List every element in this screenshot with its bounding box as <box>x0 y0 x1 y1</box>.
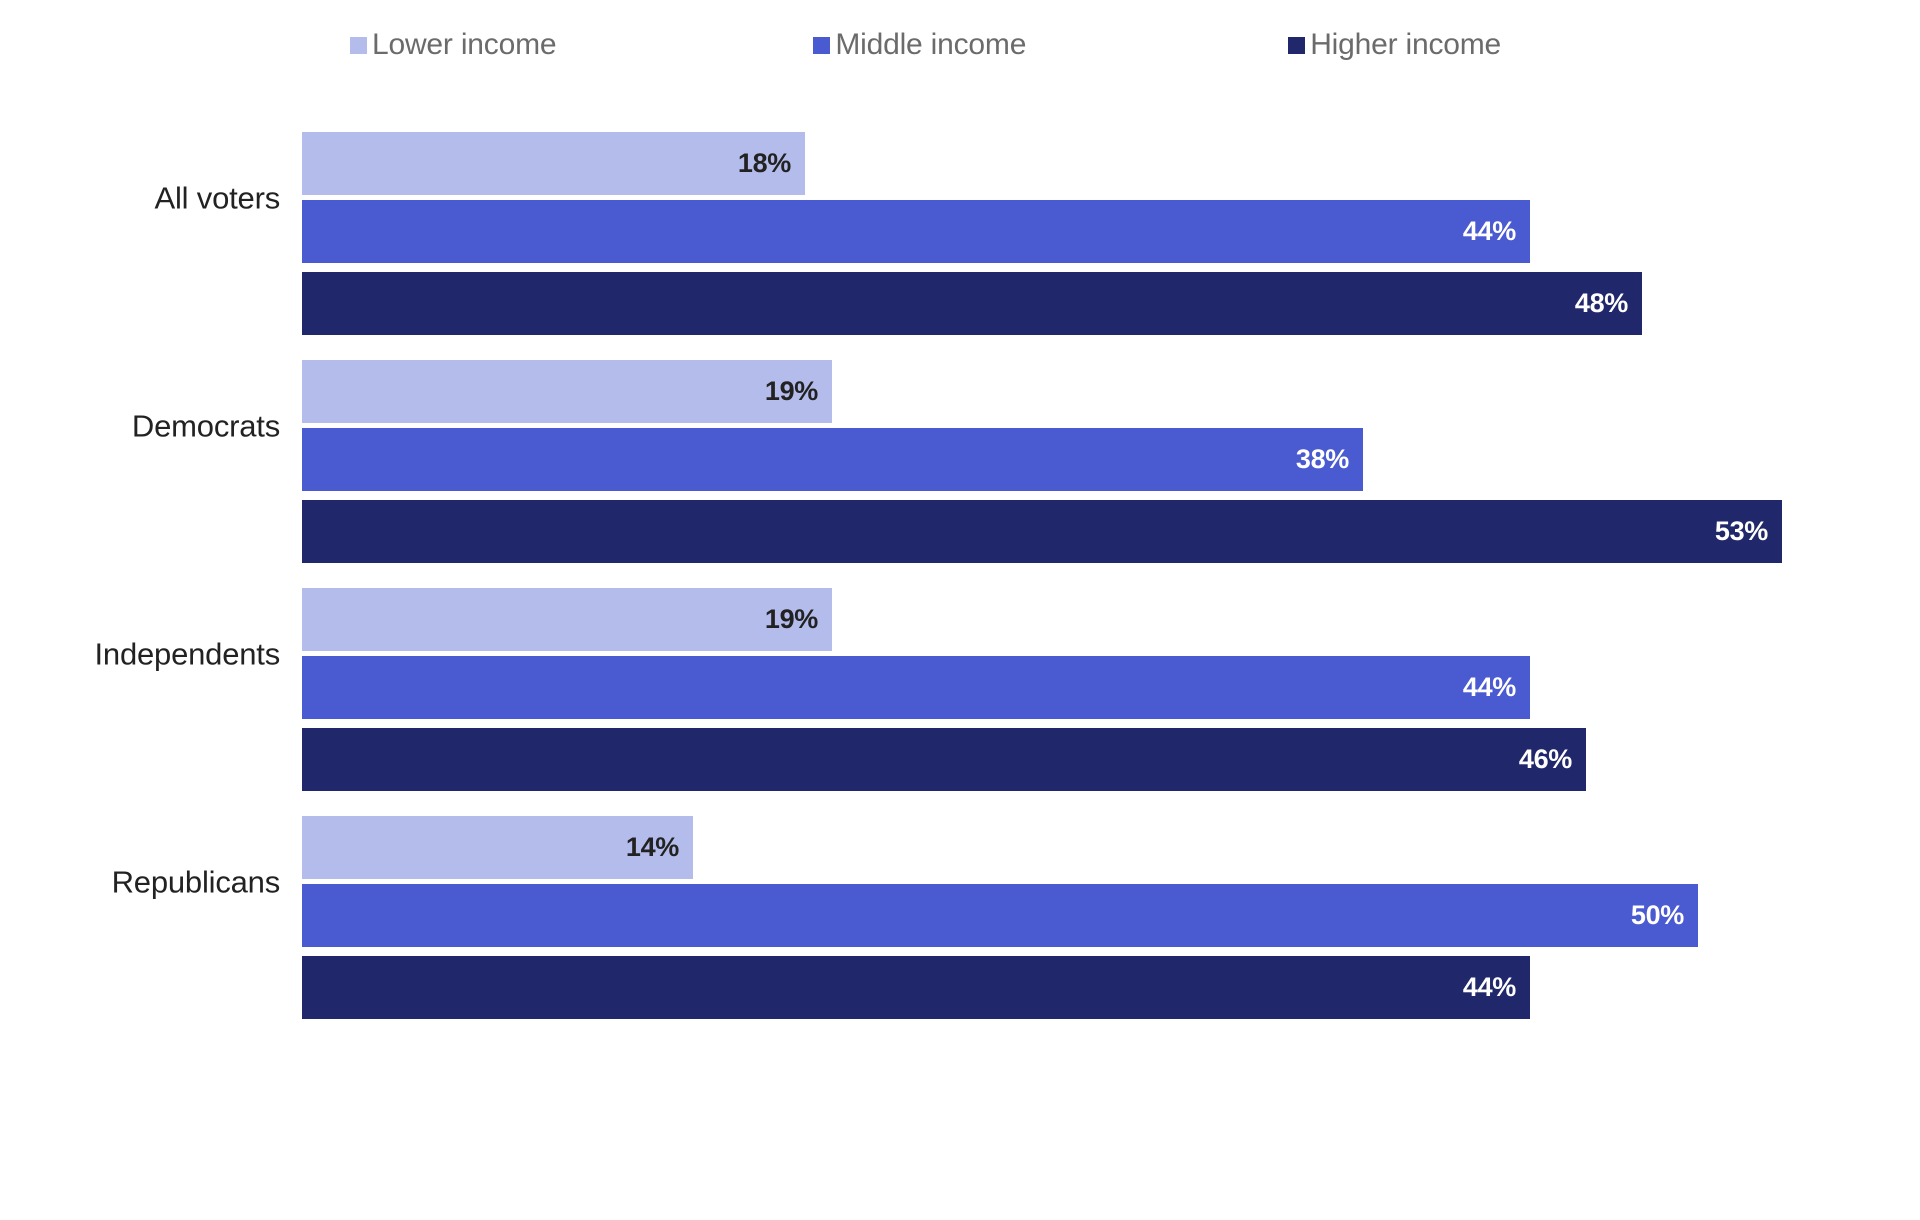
bar-value-label: 44% <box>1462 972 1516 1002</box>
bar-group-bars: 14% 50% 44% <box>302 779 1920 1019</box>
category-label: Independents <box>94 636 281 671</box>
bar-value-label: 46% <box>1518 744 1572 774</box>
category-label: Democrats <box>131 408 280 443</box>
bar-value-label: 14% <box>625 832 679 862</box>
bar-value-label: 44% <box>1462 672 1516 702</box>
category-label: All voters <box>154 180 281 215</box>
legend-item-label: Middle income <box>835 28 1027 61</box>
bar-middle-income: 50% <box>302 884 1698 947</box>
bar-lower-income: 14% <box>302 816 693 879</box>
bar-higher-income: 44% <box>302 956 1530 1019</box>
legend-item-label: Higher income <box>1310 28 1502 61</box>
legend-square-icon <box>1288 36 1306 54</box>
bar-group-democrats: Democrats 19% 38% 53% <box>0 323 1920 563</box>
bar-group-republicans: Republicans 14% 50% 44% <box>0 779 1920 1019</box>
bar-value-label: 18% <box>737 148 791 178</box>
grouped-bar-chart: Lower income Middle income Higher income… <box>0 0 1920 1220</box>
bar-value-label: 19% <box>764 604 818 634</box>
bar-value-label: 44% <box>1462 216 1516 246</box>
bar-lower-income: 19% <box>302 360 832 423</box>
legend-item-middle-income: Middle income <box>813 30 1026 60</box>
legend-item-lower-income: Lower income <box>350 28 557 61</box>
bar-middle-income: 38% <box>302 428 1363 491</box>
bar-value-label: 53% <box>1714 516 1768 546</box>
bar-group-bars: 18% 44% 48% <box>302 95 1920 335</box>
bar-group-bars: 19% 44% 46% <box>302 551 1920 791</box>
bar-group-bars: 19% 38% 53% <box>302 323 1920 563</box>
category-label: Republicans <box>111 864 281 899</box>
bar-lower-income: 19% <box>302 588 832 651</box>
bar-group-independents: Independents 19% 44% 46% <box>0 551 1920 791</box>
bar-group-all-voters: All voters 18% 44% 48% <box>0 95 1920 335</box>
legend-square-icon <box>350 36 367 54</box>
legend-square-icon <box>813 36 831 54</box>
bar-value-label: 38% <box>1295 444 1349 474</box>
bar-middle-income: 44% <box>302 656 1530 719</box>
chart-legend: Lower income Middle income Higher income <box>350 20 1650 70</box>
bar-value-label: 48% <box>1574 288 1628 318</box>
bar-value-label: 19% <box>764 376 818 406</box>
bar-lower-income: 18% <box>302 132 805 195</box>
legend-item-higher-income: Higher income <box>1288 30 1501 60</box>
legend-item-label: Lower income <box>372 28 557 61</box>
bar-middle-income: 44% <box>302 200 1530 263</box>
bar-value-label: 50% <box>1630 900 1684 930</box>
plot-area: All voters 18% 44% 48% Democrats 19% 38%… <box>0 95 1920 1185</box>
